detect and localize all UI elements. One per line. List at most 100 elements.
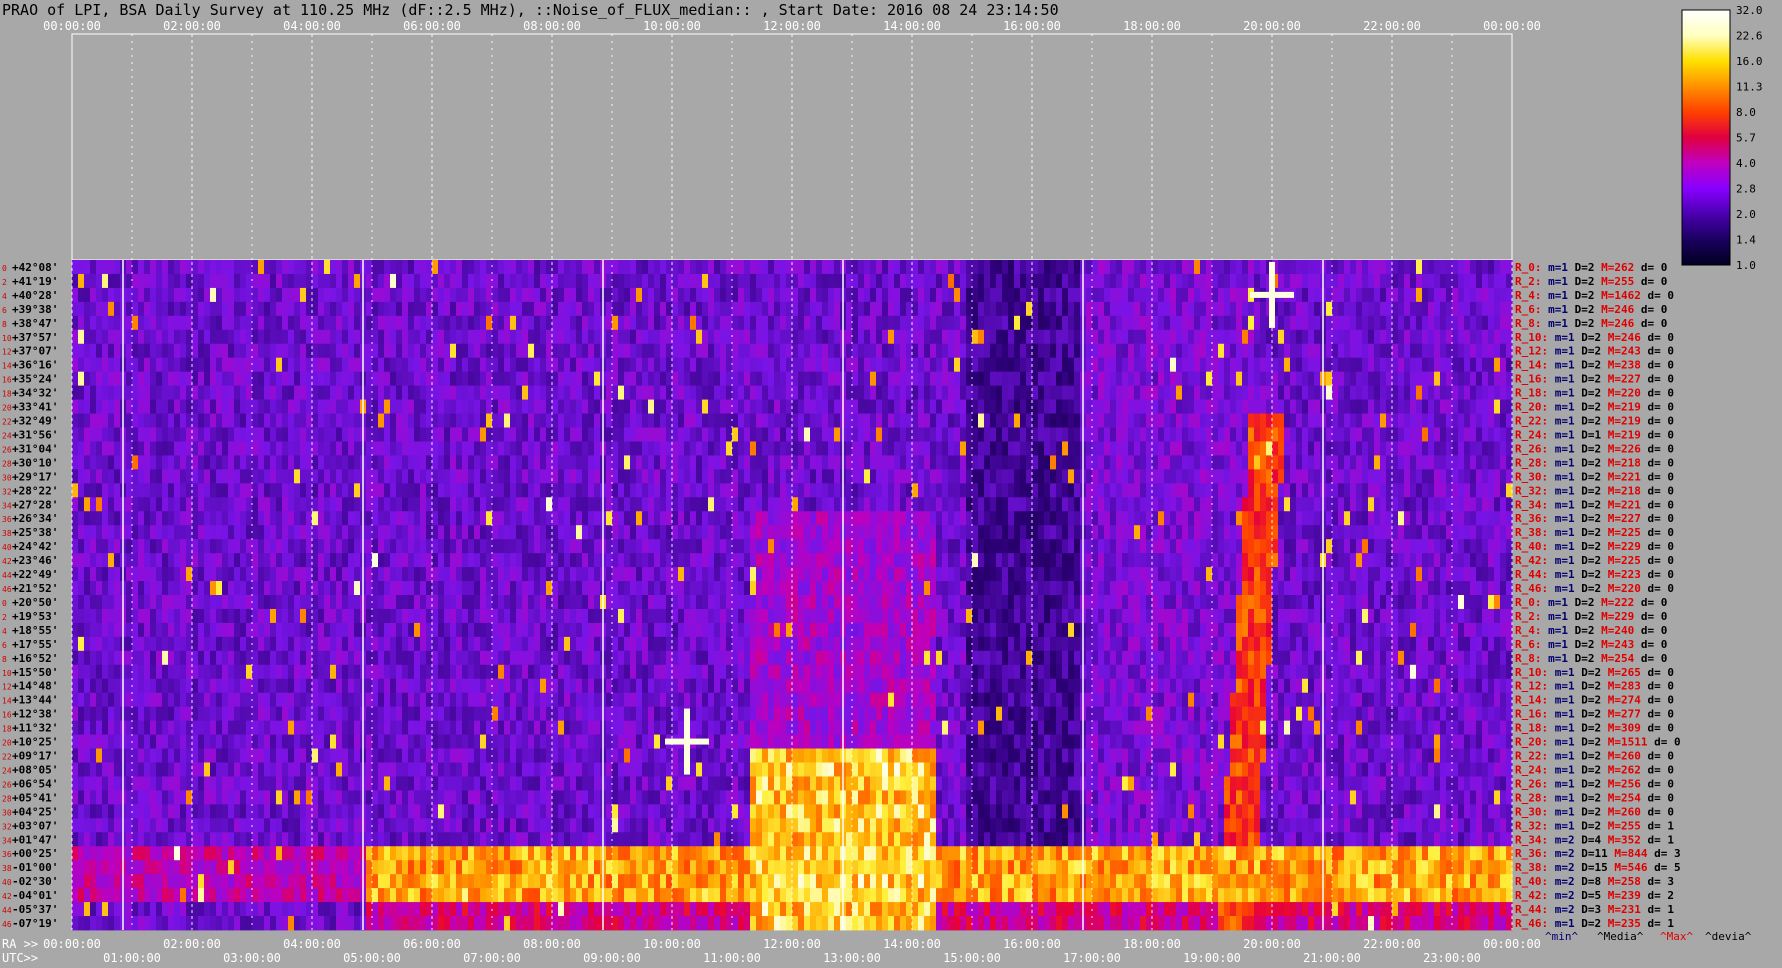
heatmap-cell <box>144 315 151 331</box>
heatmap-cell <box>1140 469 1147 484</box>
heatmap-cell <box>1134 371 1141 387</box>
heatmap-cell <box>678 287 685 303</box>
heatmap-cell <box>1194 301 1201 317</box>
heatmap-cell <box>1146 427 1153 442</box>
heatmap-cell <box>378 427 385 442</box>
heatmap-cell <box>798 441 805 456</box>
heatmap-cell <box>1134 287 1141 303</box>
heatmap-cell <box>498 539 505 554</box>
heatmap-cell <box>474 511 481 526</box>
heatmap-cell <box>594 343 601 359</box>
heatmap-cell <box>1014 497 1021 512</box>
heatmap-cell <box>900 483 907 498</box>
heatmap-cell <box>798 371 805 387</box>
heatmap-cell <box>810 469 817 484</box>
heatmap-cell <box>948 260 955 275</box>
heatmap-cell <box>408 301 415 317</box>
heatmap-cell <box>438 260 445 275</box>
heatmap-cell <box>174 385 181 400</box>
heatmap-cell <box>558 441 565 456</box>
heatmap-cell <box>396 399 403 414</box>
heatmap-cell <box>1014 525 1021 540</box>
heatmap-cell <box>972 287 979 303</box>
heatmap-cell <box>180 441 187 456</box>
heatmap-cell <box>288 287 295 303</box>
heatmap-cell <box>1182 329 1189 345</box>
heatmap-cell <box>1242 525 1249 540</box>
heatmap-cell <box>474 441 481 456</box>
heatmap-cell <box>792 260 799 275</box>
heatmap-cell <box>894 399 901 414</box>
heatmap-cell <box>1032 287 1039 303</box>
heatmap-cell <box>558 483 565 498</box>
heatmap-cell <box>990 441 997 456</box>
heatmap-cell <box>1170 497 1177 512</box>
heatmap-cell <box>1410 301 1417 317</box>
heatmap-cell <box>294 399 301 414</box>
heatmap-cell <box>462 525 469 540</box>
heatmap-cell <box>924 329 931 345</box>
heatmap-cell <box>1368 469 1375 484</box>
heatmap-cell <box>1170 399 1177 414</box>
heatmap-cell <box>996 260 1003 275</box>
heatmap-cell <box>1134 497 1141 512</box>
heatmap-cell <box>1122 260 1129 275</box>
heatmap-cell <box>1284 497 1291 512</box>
heatmap-cell <box>870 357 877 373</box>
heatmap-cell <box>864 413 871 428</box>
heatmap-cell <box>978 287 985 303</box>
heatmap-cell <box>1230 483 1237 498</box>
heatmap-cell <box>1032 329 1039 345</box>
heatmap-cell <box>1404 357 1411 373</box>
heatmap-cell <box>1014 539 1021 554</box>
heatmap-cell <box>660 399 667 414</box>
heatmap-cell <box>918 357 925 373</box>
heatmap-cell <box>558 357 565 373</box>
heatmap-cell <box>1302 455 1309 470</box>
heatmap-cell <box>1140 287 1147 303</box>
heatmap-cell <box>1500 273 1507 289</box>
heatmap-cell <box>1356 273 1363 289</box>
heatmap-cell <box>864 539 871 554</box>
heatmap-cell <box>834 329 841 345</box>
heatmap-cell <box>498 497 505 512</box>
heatmap-cell <box>312 329 319 345</box>
heatmap-cell <box>1296 371 1303 387</box>
heatmap-cell <box>912 525 919 540</box>
heatmap-cell <box>1230 539 1237 554</box>
heatmap-cell <box>666 469 673 484</box>
heatmap-cell <box>294 511 301 526</box>
heatmap-cell <box>1398 441 1405 456</box>
heatmap-cell <box>792 469 799 484</box>
heatmap-cell <box>798 385 805 400</box>
heatmap-cell <box>402 469 409 484</box>
heatmap-cell <box>474 525 481 540</box>
heatmap-cell <box>576 260 583 275</box>
heatmap-cell <box>408 315 415 331</box>
heatmap-cell <box>1296 413 1303 428</box>
heatmap-cell <box>414 413 421 428</box>
heatmap-cell <box>1038 301 1045 317</box>
heatmap-cell <box>750 260 757 275</box>
heatmap-cell <box>588 497 595 512</box>
heatmap-cell <box>582 385 589 400</box>
heatmap-cell <box>930 329 937 345</box>
heatmap-cell <box>252 511 259 526</box>
heatmap-cell <box>504 329 511 345</box>
heatmap-cell <box>1422 329 1429 345</box>
heatmap-cell <box>504 260 511 275</box>
heatmap-cell <box>1218 273 1225 289</box>
heatmap-cell <box>1194 371 1201 387</box>
heatmap-cell <box>894 329 901 345</box>
heatmap-cell <box>432 273 439 289</box>
heatmap-cell <box>162 441 169 456</box>
heatmap-cell <box>1374 511 1381 526</box>
heatmap-cell <box>858 343 865 359</box>
heatmap-cell <box>816 427 823 442</box>
heatmap-cell <box>468 455 475 470</box>
heatmap-cell <box>564 371 571 387</box>
heatmap-cell <box>168 287 175 303</box>
heatmap-cell <box>936 483 943 498</box>
heatmap-cell <box>852 385 859 400</box>
heatmap-cell <box>1128 441 1135 456</box>
